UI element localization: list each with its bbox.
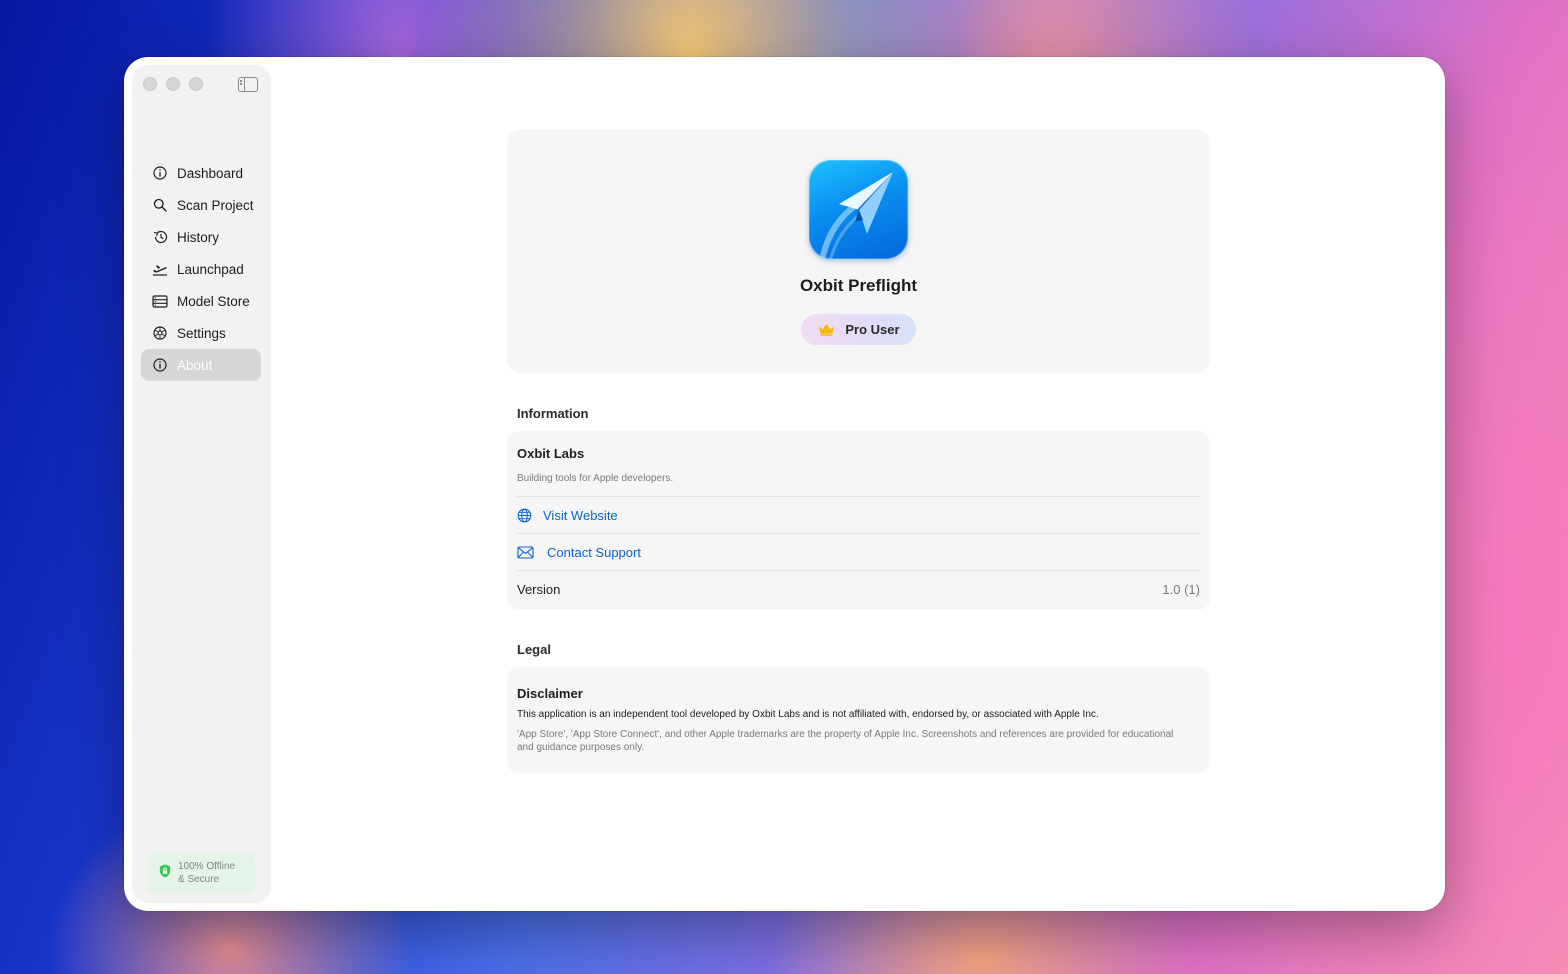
org-name: Oxbit Labs (517, 446, 585, 461)
sidebar-item-label: Dashboard (177, 165, 244, 181)
envelope-icon (517, 544, 537, 560)
offline-secure-badge: 100% Offline & Secure (147, 852, 255, 894)
minimize-window-button[interactable] (166, 77, 180, 91)
close-window-button[interactable] (143, 77, 157, 91)
app-logo-icon (809, 160, 908, 259)
app-hero-card: Oxbit Preflight Pro User (507, 129, 1210, 373)
sidebar-item-label: Settings (177, 325, 226, 341)
visit-website-link[interactable]: Visit Website (517, 497, 1200, 534)
sidebar-item-about[interactable]: About (141, 349, 261, 381)
app-window: Dashboard Scan Project History Launchpad (124, 57, 1445, 911)
contact-support-link[interactable]: Contact Support (517, 534, 1200, 571)
legal-card: Disclaimer This application is an indepe… (507, 667, 1210, 773)
about-content: Oxbit Preflight Pro User Information Oxb… (507, 129, 1210, 773)
sidebar-item-label: Scan Project (177, 197, 254, 213)
crown-icon (818, 323, 835, 336)
sidebar-item-label: About (177, 357, 213, 373)
sidebar-item-history[interactable]: History (141, 221, 261, 253)
window-controls (143, 77, 203, 91)
sidebar-item-model-store[interactable]: Model Store (141, 285, 261, 317)
version-row: Version 1.0 (1) (517, 571, 1200, 608)
zoom-window-button[interactable] (189, 77, 203, 91)
gear-icon (152, 325, 168, 341)
legal-heading: Legal (517, 642, 551, 657)
pro-user-badge: Pro User (801, 314, 916, 345)
pro-user-label: Pro User (845, 322, 900, 337)
sidebar-item-dashboard[interactable]: Dashboard (141, 157, 261, 189)
sidebar-nav: Dashboard Scan Project History Launchpad (141, 157, 261, 381)
airplane-takeoff-icon (152, 261, 168, 277)
globe-icon (517, 507, 533, 523)
lock-shield-icon (159, 864, 171, 883)
search-icon (152, 197, 168, 213)
sidebar-item-label: Model Store (177, 293, 250, 309)
information-card: Oxbit Labs Building tools for Apple deve… (507, 431, 1210, 610)
model-store-icon (152, 293, 168, 309)
sidebar-item-launchpad[interactable]: Launchpad (141, 253, 261, 285)
contact-support-label: Contact Support (547, 544, 641, 560)
sidebar-item-settings[interactable]: Settings (141, 317, 261, 349)
app-name: Oxbit Preflight (799, 276, 918, 295)
disclaimer-text: This application is an independent tool … (517, 709, 1099, 720)
sidebar-item-scan-project[interactable]: Scan Project (141, 189, 261, 221)
sidebar: Dashboard Scan Project History Launchpad (132, 65, 271, 903)
secure-badge-text: 100% Offline & Secure (178, 861, 236, 885)
visit-website-label: Visit Website (543, 507, 618, 523)
version-value: 1.0 (1) (1162, 582, 1200, 597)
information-heading: Information (517, 406, 589, 421)
sidebar-item-label: History (177, 229, 220, 245)
disclaimer-note: 'App Store', 'App Store Connect', and ot… (517, 729, 1174, 753)
sidebar-toggle-icon[interactable] (238, 77, 258, 92)
dashboard-icon (152, 165, 168, 181)
info-icon (152, 357, 168, 373)
version-label: Version (517, 582, 561, 597)
disclaimer-title: Disclaimer (517, 686, 583, 701)
history-icon (152, 229, 168, 245)
sidebar-item-label: Launchpad (177, 261, 244, 277)
org-description: Building tools for Apple developers. (517, 473, 1200, 497)
